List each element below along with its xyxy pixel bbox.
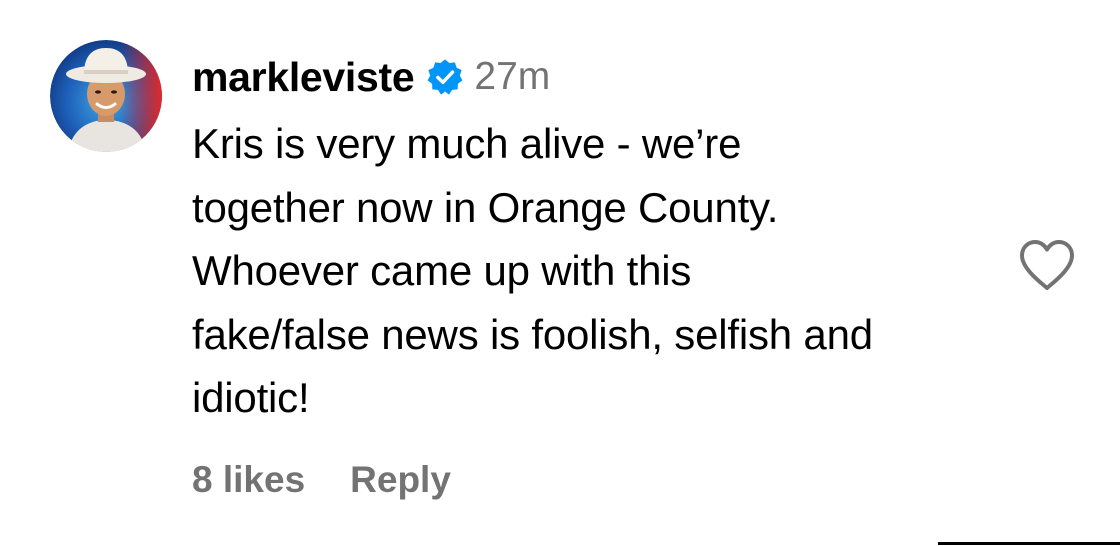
comment-text: Kris is very much alive - we’re together… bbox=[192, 120, 873, 421]
heart-outline-icon bbox=[1020, 240, 1074, 290]
comment-header: markleviste 27m bbox=[192, 52, 550, 102]
like-button[interactable] bbox=[1018, 238, 1076, 292]
verified-badge-icon bbox=[426, 58, 464, 96]
avatar-image bbox=[50, 40, 162, 152]
likes-count[interactable]: 8 likes bbox=[192, 459, 305, 501]
reply-button[interactable]: Reply bbox=[350, 459, 451, 501]
divider bbox=[938, 542, 1120, 545]
comment-footer: 8 likes Reply bbox=[192, 455, 451, 505]
username-link[interactable]: markleviste bbox=[192, 54, 415, 101]
profile-avatar[interactable] bbox=[50, 40, 162, 152]
comment-timestamp[interactable]: 27m bbox=[474, 55, 550, 99]
comment-item: markleviste 27m Kris is very much alive … bbox=[0, 0, 1120, 546]
